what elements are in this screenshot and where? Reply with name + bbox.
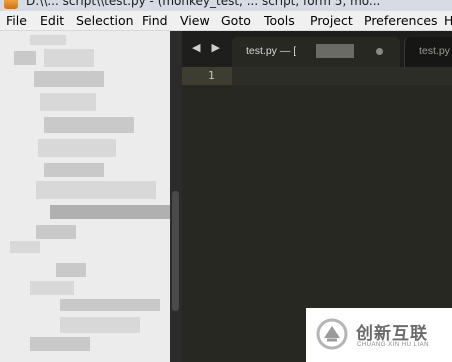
menu-help[interactable]: H [444, 13, 452, 28]
tab-label: test.py — [ [246, 45, 297, 57]
blurred-path [316, 44, 354, 58]
watermark-logo-icon [316, 318, 348, 350]
blurred-item [30, 281, 74, 295]
blurred-item [40, 93, 96, 111]
menu-tools[interactable]: Tools [264, 13, 295, 28]
menu-bar: File Edit Selection Find View Goto Tools… [0, 11, 452, 31]
watermark-title: 创新互联 [356, 324, 428, 344]
tab-test-py-active[interactable]: test.py — [ [232, 37, 400, 67]
tab-test-py[interactable]: test.py [404, 37, 452, 67]
window-title: D:\\... script\\test.py - (monkey_test, … [26, 0, 381, 8]
pane-divider[interactable] [170, 31, 182, 362]
watermark: 创新互联 CHUANG XIN HU LIAN [306, 308, 452, 362]
gutter: 1 [182, 67, 232, 85]
tab-bar: ◀ ▶ test.py — [ test.py [182, 31, 452, 67]
line-number: 1 [208, 69, 215, 82]
blurred-item [10, 241, 40, 253]
blurred-item [44, 163, 104, 177]
blurred-item [60, 317, 140, 333]
blurred-item [60, 299, 160, 311]
unsaved-dot-icon[interactable] [376, 48, 383, 55]
tab-label: test.py [419, 45, 450, 57]
blurred-item [36, 225, 76, 239]
blurred-item [30, 337, 90, 351]
blurred-item [14, 51, 36, 65]
code-line[interactable] [232, 67, 452, 85]
menu-file[interactable]: File [6, 13, 27, 28]
tab-nav-arrows-icon[interactable]: ◀ ▶ [192, 41, 224, 54]
blurred-item [30, 35, 66, 45]
menu-view[interactable]: View [180, 13, 210, 28]
menu-selection[interactable]: Selection [76, 13, 134, 28]
blurred-item [34, 71, 104, 87]
title-bar: D:\\... script\\test.py - (monkey_test, … [0, 0, 452, 11]
sidebar-pane[interactable] [0, 31, 170, 362]
blurred-item [38, 139, 116, 157]
blurred-item [44, 49, 94, 67]
watermark-subtitle: CHUANG XIN HU LIAN [357, 342, 430, 348]
blurred-item [44, 117, 134, 133]
blurred-item [56, 263, 86, 277]
menu-edit[interactable]: Edit [40, 13, 64, 28]
blurred-item [36, 181, 156, 199]
menu-goto[interactable]: Goto [221, 13, 251, 28]
app-icon [4, 0, 18, 9]
menu-project[interactable]: Project [310, 13, 353, 28]
scrollbar-thumb[interactable] [172, 191, 179, 311]
blurred-item [50, 205, 170, 219]
menu-preferences[interactable]: Preferences [364, 13, 438, 28]
menu-find[interactable]: Find [142, 13, 168, 28]
